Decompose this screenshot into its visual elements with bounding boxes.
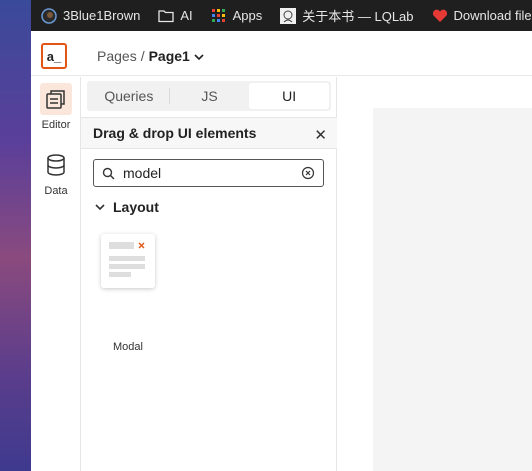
bookmark-label: 关于本书 — LQLab — [302, 9, 414, 24]
search-icon — [102, 167, 115, 180]
logo-text: a_ — [46, 48, 62, 64]
tab-queries[interactable]: Queries — [89, 83, 169, 109]
modal-widget-icon — [101, 242, 155, 292]
3b1b-logo-icon — [41, 7, 57, 24]
tab-ui[interactable]: UI — [249, 83, 330, 109]
bookmark-lqlab[interactable]: 关于本书 — LQLab — [280, 6, 414, 25]
chevron-down-icon — [95, 203, 105, 211]
close-icon[interactable]: ✕ — [314, 126, 327, 144]
section-label: Layout — [113, 199, 159, 215]
bookmarks-bar: 3Blue1Brown AI Apps 关于本书 — LQLab Downloa… — [31, 0, 532, 31]
chevron-down-icon[interactable] — [194, 48, 204, 64]
apps-grid-icon — [211, 8, 227, 24]
breadcrumb-pages[interactable]: Pages — [97, 48, 137, 64]
rail-item-label: Editor — [41, 119, 71, 131]
widget-label: Modal — [113, 341, 143, 353]
app-window: a_ Pages / Page1 Editor Data Queries JS … — [31, 36, 532, 471]
widget-card-modal[interactable] — [101, 234, 155, 288]
rail-item-data[interactable]: Data — [31, 149, 81, 197]
lqlab-favicon-icon — [280, 7, 297, 24]
clear-search-icon[interactable] — [301, 166, 315, 180]
panel-title: Drag & drop UI elements — [93, 125, 257, 141]
bookmark-download-file[interactable]: Download file | iL — [432, 8, 532, 24]
page-canvas[interactable] — [373, 108, 532, 471]
database-icon — [40, 149, 72, 181]
bookmark-label: Apps — [232, 8, 263, 23]
tab-js[interactable]: JS — [170, 83, 250, 109]
breadcrumb: Pages / Page1 — [97, 48, 204, 64]
desktop-wallpaper — [0, 0, 31, 471]
left-rail: Editor Data — [31, 77, 81, 471]
breadcrumb-separator: / — [140, 48, 145, 64]
bookmark-label: AI — [180, 8, 193, 23]
rail-item-label: Data — [44, 185, 68, 197]
pages-stack-icon — [40, 83, 72, 115]
bookmark-ai[interactable]: AI — [158, 8, 193, 24]
bookmark-apps[interactable]: Apps — [211, 8, 263, 24]
app-logo[interactable]: a_ — [41, 43, 67, 69]
section-layout[interactable]: Layout — [95, 199, 159, 215]
widget-search-box — [93, 159, 324, 187]
top-bar: a_ Pages / Page1 — [31, 36, 532, 76]
rail-item-editor[interactable]: Editor — [31, 83, 81, 131]
widgets-panel: Queries JS UI Drag & drop UI elements ✕ … — [81, 77, 337, 471]
search-input[interactable] — [123, 165, 293, 181]
panel-tabs: Queries JS UI — [87, 81, 331, 111]
panel-header: Drag & drop UI elements ✕ — [81, 117, 337, 149]
bookmark-label: Download file | iL — [453, 8, 532, 23]
bookmark-3blue1brown[interactable]: 3Blue1Brown — [41, 7, 141, 24]
heart-favicon-icon — [432, 8, 448, 24]
bookmark-label: 3Blue1Brown — [63, 8, 141, 23]
breadcrumb-current-page[interactable]: Page1 — [149, 48, 190, 64]
folder-icon — [158, 8, 174, 24]
